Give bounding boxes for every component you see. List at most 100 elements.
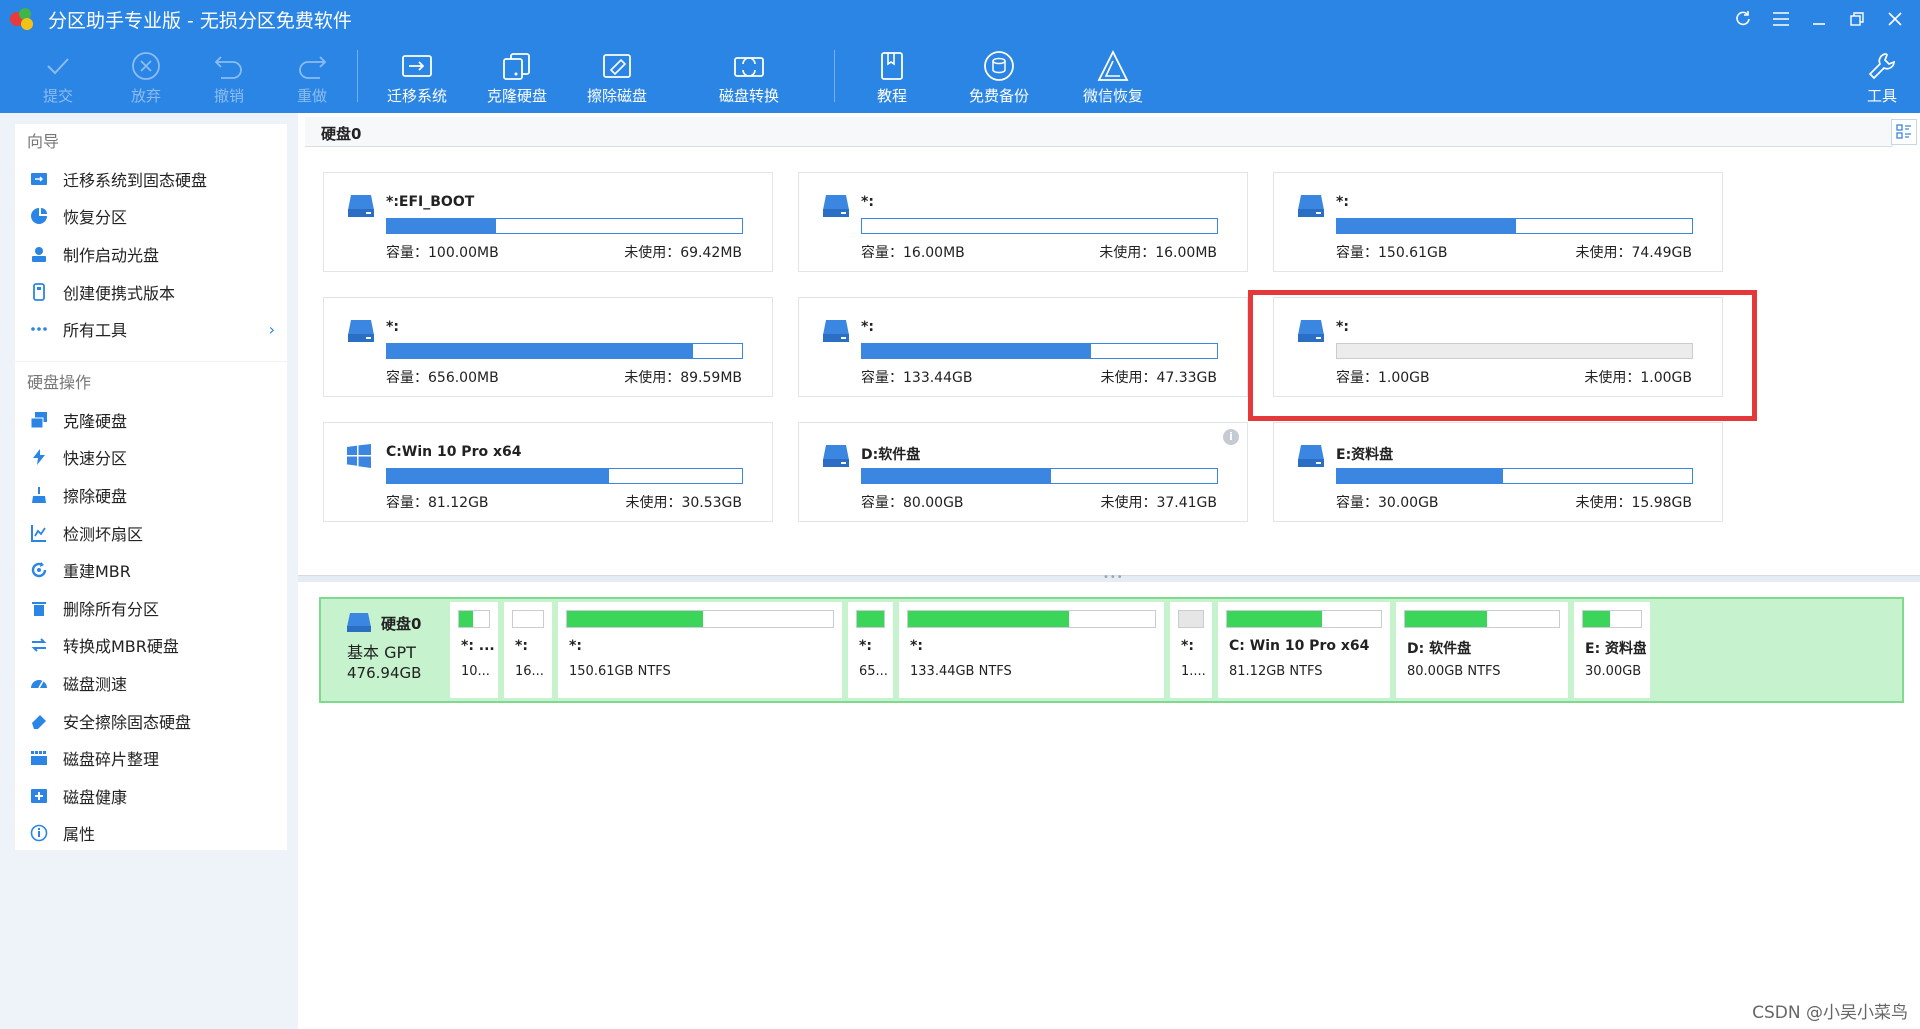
wipe-disk-label: 擦除磁盘 [586,87,647,105]
commit-button[interactable]: 提交 [38,38,78,113]
disk-op-item[interactable]: 磁盘健康 [15,777,287,815]
partition-size-fs: 30.00GB ... [1585,664,1646,679]
info-icon [29,823,49,843]
refresh-icon[interactable] [1724,0,1762,38]
wizard-item[interactable]: 创建便携式版本 [15,273,287,311]
migrate-ssd-icon [29,169,49,189]
info-icon[interactable]: i [1223,429,1239,445]
partition-free: 未使用：15.98GB [1575,495,1692,511]
close-icon[interactable] [1876,0,1914,38]
splitter[interactable]: ••• [298,572,1920,583]
migrate-os-button[interactable]: 迁移系统 [384,38,450,113]
disk-op-item-label: 磁盘碎片整理 [63,750,160,770]
disk-convert-button[interactable]: 磁盘转换 [716,38,782,113]
disk-op-item[interactable]: 快速分区 [15,439,287,477]
partition-label: *: [859,638,872,654]
partition-free: 未使用：74.49GB [1575,245,1692,261]
partition-label: *: [569,638,582,654]
partition-card[interactable]: D:软件盘 容量：80.00GB 未使用：37.41GB i [798,422,1248,522]
disk-op-item[interactable]: 删除所有分区 [15,589,287,627]
partition-card[interactable]: *:EFI_BOOT 容量：100.00MB 未使用：69.42MB [323,172,773,272]
partition-usage-fill [567,611,703,627]
partition-size-fs: 1.... [1181,664,1206,679]
partition-card[interactable]: *: 容量：16.00MB 未使用：16.00MB [798,172,1248,272]
view-toggle-icon[interactable] [1891,119,1917,145]
discard-button[interactable]: 放弃 [126,38,166,113]
disk-op-item-label: 克隆硬盘 [63,411,128,431]
menu-icon[interactable] [1762,0,1800,38]
disk-op-item-label: 擦除硬盘 [63,486,128,506]
wipe-disk-button[interactable]: 擦除磁盘 [584,38,650,113]
diskmap-partition[interactable]: *: ... 10... [450,602,498,698]
chevron-right-icon: › [268,319,275,339]
diskmap-partition[interactable]: *: 1.... [1170,602,1212,698]
diskmap-partition[interactable]: *: 133.44GB NTFS [899,602,1164,698]
disk-ops-title: 硬盘操作 [27,373,92,392]
free-backup-label: 免费备份 [968,87,1029,105]
disk-convert-label: 磁盘转换 [718,87,779,105]
wechat-recover-label: 微信恢复 [1082,87,1143,105]
partition-size-fs: 65... [859,664,888,679]
partition-usage-bar [1582,610,1642,628]
discard-label: 放弃 [130,87,161,105]
disk-op-item[interactable]: 安全擦除固态硬盘 [15,702,287,740]
disk-op-item[interactable]: 磁盘测速 [15,664,287,702]
diskmap-partition[interactable]: C: Win 10 Pro x64 81.12GB NTFS [1218,602,1390,698]
more-dots-icon [29,319,49,339]
recover-logo-icon [1093,48,1133,84]
wizard-item[interactable]: 恢复分区 [15,198,287,236]
partition-usage-bar [566,610,834,628]
partition-card[interactable]: E:资料盘 容量：30.00GB 未使用：15.98GB [1273,422,1723,522]
tools-button[interactable]: 工具 [1862,38,1902,113]
tutorial-label: 教程 [876,87,907,105]
disk-op-item[interactable]: 磁盘碎片整理 [15,739,287,777]
partition-label: *: [910,638,923,654]
toolbar: 提交 放弃 撤销 重做 迁移系统 克隆硬盘 擦除磁盘 磁盘转换 教程 免费备份 … [0,38,1920,113]
partition-free: 未使用：30.53GB [625,495,742,511]
disk-op-item[interactable]: 转换成MBR硬盘 [15,627,287,665]
disk-op-item[interactable]: 检测坏扇区 [15,514,287,552]
commit-label: 提交 [42,87,73,105]
diskmap-partition[interactable]: *: 65... [848,602,893,698]
partition-free: 未使用：69.42MB [624,245,742,261]
partition-card[interactable]: *: 容量：656.00MB 未使用：89.59MB [323,297,773,397]
disk-op-item-label: 属性 [63,825,96,845]
disk-op-item[interactable]: 擦除硬盘 [15,476,287,514]
clone-disk-button[interactable]: 克隆硬盘 [484,38,550,113]
free-backup-button[interactable]: 免费备份 [966,38,1032,113]
disk-op-item[interactable]: 克隆硬盘 [15,401,287,439]
partition-capacity: 容量：133.44GB [861,370,973,386]
diskmap-partition[interactable]: E: 资料盘 30.00GB ... [1574,602,1650,698]
restore-icon[interactable] [1838,0,1876,38]
disk-op-item[interactable]: 属性 [15,815,287,853]
undo-button[interactable]: 撤销 [209,38,249,113]
disk-icon [346,611,372,633]
partition-card[interactable]: C:Win 10 Pro x64 容量：81.12GB 未使用：30.53GB [323,422,773,522]
disk-icon [821,193,851,219]
wechat-recover-button[interactable]: 微信恢复 [1080,38,1146,113]
disk-op-item-label: 检测坏扇区 [63,524,144,544]
diskmap-partition[interactable]: *: 16... [504,602,552,698]
partition-card[interactable]: *: 容量：150.61GB 未使用：74.49GB [1273,172,1723,272]
partition-label: D: 软件盘 [1407,641,1472,657]
undo-label: 撤销 [213,87,244,105]
disk-op-item[interactable]: 重建MBR [15,551,287,589]
partition-name: *: [861,319,874,335]
minimize-icon[interactable] [1800,0,1838,38]
partition-usage-bar [458,610,490,628]
disk-info[interactable]: 硬盘0 基本 GPT 476.94GB [321,599,448,701]
wizard-item-label: 恢复分区 [63,208,128,228]
wizard-item[interactable]: 制作启动光盘 [15,235,287,273]
partition-name: E:资料盘 [1336,447,1394,463]
partition-card[interactable]: *: 容量：133.44GB 未使用：47.33GB [798,297,1248,397]
tutorial-button[interactable]: 教程 [872,38,912,113]
partition-size-fs: 10... [461,664,490,679]
diskmap-partition[interactable]: *: 150.61GB NTFS [558,602,842,698]
redo-button[interactable]: 重做 [292,38,332,113]
diskmap-partition[interactable]: D: 软件盘 80.00GB NTFS [1396,602,1568,698]
wizard-item[interactable]: 所有工具 › [15,310,287,348]
disk-icon [1296,193,1326,219]
disk-map: 硬盘0 基本 GPT 476.94GB *: ... 10... *: 16... *:… [319,597,1904,703]
wizard-item[interactable]: 迁移系统到固态硬盘 [15,160,287,198]
partition-label: *: [515,638,528,654]
